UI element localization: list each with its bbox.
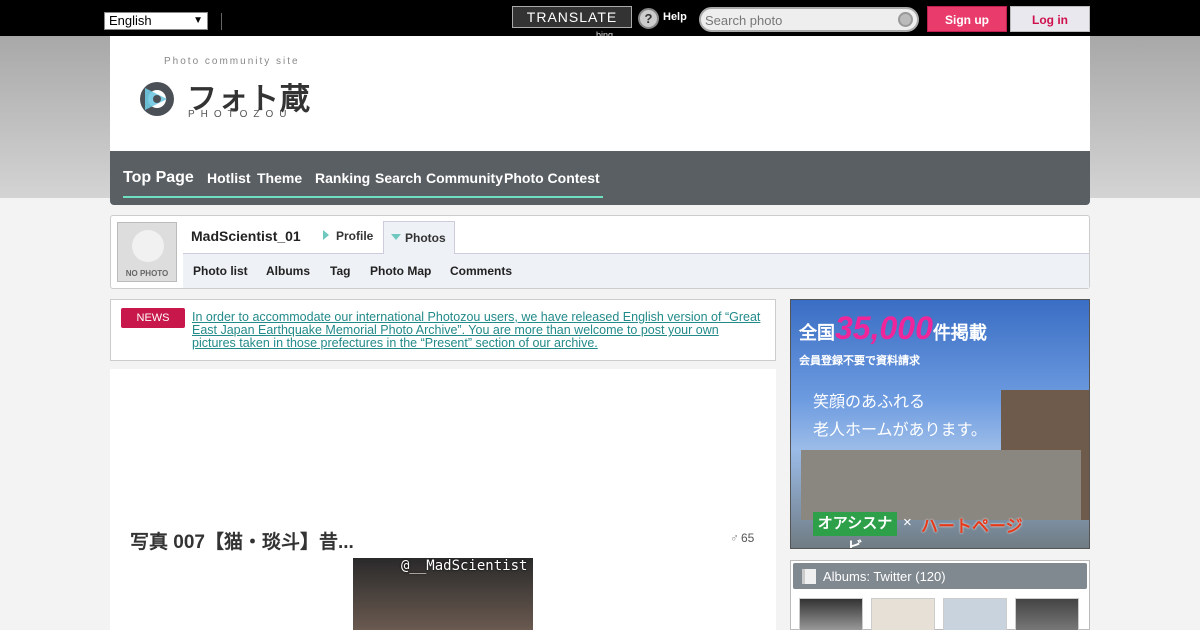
album-thumbnail[interactable] [943, 598, 1007, 630]
search-input[interactable] [705, 11, 885, 29]
ad-headline-post: 件掲載 [932, 323, 987, 343]
nav-photo-contest[interactable]: Photo Contest [504, 170, 600, 186]
tab-profile[interactable]: Profile [323, 229, 373, 243]
sublink-tag[interactable]: Tag [330, 264, 350, 278]
help-link[interactable]: Help [663, 11, 687, 23]
ad-line-2: 老人ホームがあります。 [813, 422, 987, 439]
albums-count: (120) [915, 569, 946, 584]
ad-headline-number: 35,000 [835, 310, 933, 346]
ad-line-1: 笑顔のあふれる [813, 394, 926, 411]
language-value: English [109, 13, 152, 28]
book-icon [802, 569, 816, 584]
divider [221, 13, 222, 30]
ad-building-image [801, 450, 1081, 520]
photo-watermark: @__MadScientist [401, 558, 528, 574]
search-icon[interactable] [898, 12, 913, 27]
view-count-value: 65 [741, 531, 755, 545]
ad-subtext: 会員登録不要で資料請求 [799, 355, 920, 367]
nav-theme[interactable]: Theme [257, 170, 302, 186]
photo-title: 写真 007【猫・琰斗】昔... [130, 532, 354, 553]
ad-headline-pre: 全国 [799, 323, 835, 343]
tab-photos[interactable]: Photos [383, 221, 455, 254]
dropdown-arrow-icon: ▼ [193, 15, 203, 26]
tab-profile-label: Profile [336, 229, 374, 243]
news-badge: NEWS [121, 308, 185, 328]
sublink-comments[interactable]: Comments [450, 264, 512, 278]
sublink-photo-map[interactable]: Photo Map [370, 264, 431, 278]
logo-tagline: Photo community site [164, 56, 300, 67]
avatar-placeholder-icon [132, 230, 164, 262]
ad-brand-oasis: オアシスナビ [813, 512, 897, 548]
language-select[interactable]: English ▼ [104, 12, 208, 30]
top-bar: English ▼ TRANSLATE bing ? Help Sign up … [0, 0, 1200, 38]
album-thumbnail[interactable] [1015, 598, 1079, 630]
albums-header[interactable]: Albums: Twitter (120) [793, 563, 1087, 589]
albums-title-text: Albums: Twitter [823, 569, 912, 584]
nav-hotlist[interactable]: Hotlist [207, 170, 251, 186]
username[interactable]: MadScientist_01 [191, 228, 301, 244]
nav-top-page[interactable]: Top Page [123, 169, 194, 187]
album-thumbnail[interactable] [871, 598, 935, 630]
logo-subtext: PHOTOZOU [188, 109, 293, 120]
avatar[interactable]: NO PHOTO [117, 222, 177, 282]
avatar-label: NO PHOTO [125, 269, 169, 278]
sublink-photo-list[interactable]: Photo list [193, 264, 248, 278]
photo-image[interactable]: @__MadScientist [353, 558, 533, 630]
nav-active-underline [123, 196, 603, 198]
albums-widget: Albums: Twitter (120) [790, 560, 1090, 630]
news-box: NEWS In order to accommodate our interna… [110, 299, 776, 361]
triangle-right-icon [323, 230, 329, 240]
view-icon: ♂ [730, 531, 739, 545]
album-thumbnail[interactable] [799, 598, 863, 630]
news-link[interactable]: In order to accommodate our internationa… [192, 311, 762, 350]
ad-headline: 全国35,000件掲載 [799, 310, 987, 347]
login-button[interactable]: Log in [1010, 6, 1090, 32]
view-count: ♂ 65 [730, 531, 754, 545]
main-content: 写真 007【猫・琰斗】昔... ♂ 65 @__MadScientist [110, 369, 776, 630]
nav-search[interactable]: Search [375, 170, 422, 186]
nav-community[interactable]: Community [426, 170, 503, 186]
sublink-albums[interactable]: Albums [266, 264, 310, 278]
search-box [699, 7, 919, 32]
help-icon[interactable]: ? [638, 8, 659, 29]
user-panel: NO PHOTO MadScientist_01 Profile Photos … [110, 215, 1090, 289]
albums-title: Albums: Twitter (120) [823, 569, 946, 584]
ad-brand-heartpage: ハートページ [921, 517, 1023, 536]
tab-photos-label: Photos [405, 231, 446, 245]
ad-brand-x: × [903, 514, 912, 531]
advertisement[interactable]: 全国35,000件掲載 会員登録不要で資料請求 笑顔のあふれる 老人ホームがあり… [790, 299, 1090, 549]
nav-ranking[interactable]: Ranking [315, 170, 370, 186]
camera-logo-icon[interactable] [137, 80, 183, 118]
signup-button[interactable]: Sign up [927, 6, 1007, 32]
main-nav: Top Page Hotlist Theme Ranking Search Co… [110, 151, 1090, 205]
triangle-down-icon [391, 234, 401, 240]
translate-button[interactable]: TRANSLATE [512, 6, 632, 28]
user-subnav [183, 253, 1089, 288]
